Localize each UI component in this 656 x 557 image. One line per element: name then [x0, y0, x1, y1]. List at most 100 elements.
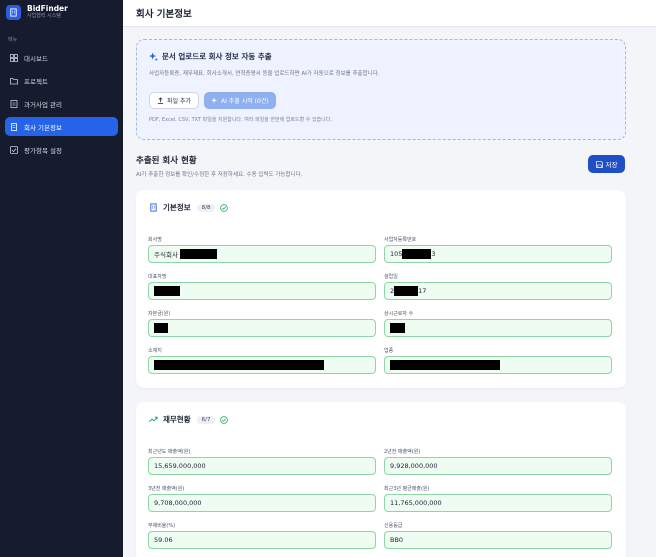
redaction-block: [179, 249, 217, 259]
document-icon: [9, 99, 18, 108]
topbar: 회사 기본정보: [123, 0, 656, 27]
redaction-block: [154, 360, 324, 370]
folder-icon: [9, 76, 18, 85]
section-title: 추출된 회사 현황: [136, 156, 197, 166]
field-label: 소재지: [148, 348, 162, 354]
revenue-avg-input[interactable]: 11,765,000,000: [384, 494, 612, 512]
save-button[interactable]: 저장: [588, 155, 625, 173]
building-logo-icon: [6, 4, 21, 20]
field-value: 주식회사: [154, 251, 178, 259]
revenue-recent-input[interactable]: 15,659,000,000: [148, 457, 376, 475]
check-circle-icon: [220, 415, 229, 424]
revenue-2y-input[interactable]: 9,928,000,000: [384, 457, 612, 475]
brand-title: BidFinder: [27, 4, 68, 13]
field-label: 대표자명: [148, 274, 167, 280]
add-file-button[interactable]: 파일 추가: [149, 92, 199, 109]
sidebar-item-label: 대시보드: [24, 54, 48, 63]
field-label: 최근년도 매출액(원): [148, 449, 191, 455]
field-value-suffix: 17: [418, 287, 427, 295]
field-address: 소재지: [148, 347, 376, 374]
upload-icon: [157, 97, 164, 104]
company-name-input[interactable]: 주식회사: [148, 245, 376, 263]
card-title: 재무현황: [163, 415, 191, 424]
field-label: 사업자등록번호: [384, 237, 417, 243]
sidebar-item-projects[interactable]: 프로젝트: [5, 71, 118, 90]
established-date-input[interactable]: 2 17: [384, 282, 612, 300]
main-content: 회사 기본정보 문서 업로드로 회사 정보 자동 추출 사업자등록증, 재무제표…: [123, 0, 656, 557]
check-circle-icon: [220, 203, 229, 212]
ceo-name-input[interactable]: [148, 282, 376, 300]
sparkle-icon: [211, 97, 218, 104]
upload-title: 문서 업로드로 회사 정보 자동 추출: [149, 51, 613, 62]
field-label: 부채비율(%): [148, 523, 176, 529]
field-label: 설립일: [384, 274, 398, 280]
sidebar-item-dashboard[interactable]: 대시보드: [5, 48, 118, 67]
field-established-date: 설립일 2 17: [384, 273, 612, 300]
industry-input[interactable]: [384, 356, 612, 374]
add-file-label: 파일 추가: [167, 98, 191, 105]
finance-card: 재무현황 6/7 최근년도 매출액(원) 15,659,000,000 2년전 …: [136, 402, 626, 557]
checklist-icon: [9, 145, 18, 154]
sidebar-item-label: 프로젝트: [24, 77, 48, 86]
upload-dropzone[interactable]: 문서 업로드로 회사 정보 자동 추출 사업자등록증, 재무제표, 회사소개서,…: [136, 39, 626, 140]
field-company-name: 회사명 주식회사: [148, 236, 376, 263]
sparkle-icon: [149, 52, 158, 61]
field-value: 105: [390, 250, 403, 258]
ai-extract-label: AI 추출 시작 (0건): [221, 98, 269, 105]
extracted-section-header: 추출된 회사 현황 AI가 추출한 정보를 확인/수정한 후 저장하세요. 수동…: [136, 154, 302, 178]
trending-up-icon: [149, 415, 158, 424]
brand-subtitle: 사업협력 시스템: [27, 13, 61, 19]
field-employee-count: 상시근로자 수: [384, 310, 612, 337]
field-label: 회사명: [148, 237, 162, 243]
field-label: 업종: [384, 348, 394, 354]
capital-input[interactable]: [148, 319, 376, 337]
sidebar-item-evaluation-settings[interactable]: 평가항목 설정: [5, 140, 118, 159]
field-revenue-2y: 2년전 매출액(원) 9,928,000,000: [384, 448, 612, 475]
business-number-input[interactable]: 105 3: [384, 245, 612, 263]
field-business-number: 사업자등록번호 105 3: [384, 236, 612, 263]
redaction-block: [390, 360, 500, 370]
sidebar-item-label: 과거사업 관리: [24, 100, 62, 109]
section-subtitle: AI가 추출한 정보를 확인/수정한 후 저장하세요. 수동 입력도 가능합니다…: [136, 172, 303, 178]
brand[interactable]: BidFinder 사업협력 시스템: [0, 0, 123, 24]
redaction-block: [154, 323, 168, 333]
credit-rating-input[interactable]: BB0: [384, 531, 612, 549]
redaction-block: [154, 286, 180, 296]
building-icon: [149, 203, 158, 212]
field-label: 2년전 매출액(원): [384, 449, 421, 455]
redaction-block: [390, 323, 405, 333]
field-revenue-avg: 최근3년 평균매출(원) 11,765,000,000: [384, 485, 612, 512]
address-input[interactable]: [148, 356, 376, 374]
upload-hint: PDF, Excel, CSV, TXT 파일을 지원합니다. 여러 파일을 한…: [149, 117, 332, 123]
revenue-3y-input[interactable]: 9,708,000,000: [148, 494, 376, 512]
redaction-block: [402, 249, 432, 259]
ai-extract-button[interactable]: AI 추출 시작 (0건): [204, 92, 276, 109]
menu-label: 메뉴: [8, 37, 18, 43]
building-icon: [9, 122, 18, 131]
field-revenue-recent: 최근년도 매출액(원) 15,659,000,000: [148, 448, 376, 475]
field-label: 3년전 매출액(원): [148, 486, 185, 492]
sidebar-item-past-projects[interactable]: 과거사업 관리: [5, 94, 118, 113]
basic-info-card: 기본정보 8/8 회사명 주식회사 사업자등록번호 105 3 대표자명 설립일 …: [136, 190, 626, 388]
field-ceo-name: 대표자명: [148, 273, 376, 300]
count-badge: 8/8: [196, 203, 216, 212]
sidebar: BidFinder 사업협력 시스템 메뉴 대시보드 프로젝트 과거사업 관리 …: [0, 0, 123, 557]
field-industry: 업종: [384, 347, 612, 374]
field-capital: 자본금(원): [148, 310, 376, 337]
sidebar-item-company-info[interactable]: 회사 기본정보: [5, 117, 118, 136]
debt-ratio-input[interactable]: 59.06: [148, 531, 376, 549]
card-title: 기본정보: [163, 203, 191, 212]
field-label: 최근3년 평균매출(원): [384, 486, 430, 492]
upload-description: 사업자등록증, 재무제표, 회사소개서, 연혁증명서 등을 업로드하면 AI가 …: [149, 71, 380, 77]
save-icon: [595, 160, 603, 168]
field-revenue-3y: 3년전 매출액(원) 9,708,000,000: [148, 485, 376, 512]
sidebar-item-label: 회사 기본정보: [24, 123, 62, 132]
field-value-suffix: 3: [431, 250, 436, 258]
grid-icon: [9, 53, 18, 62]
redaction-block: [394, 286, 419, 296]
count-badge: 6/7: [196, 415, 216, 424]
page-title: 회사 기본정보: [136, 9, 192, 20]
employee-count-input[interactable]: [384, 319, 612, 337]
field-label: 상시근로자 수: [384, 311, 414, 317]
save-label: 저장: [605, 161, 618, 169]
